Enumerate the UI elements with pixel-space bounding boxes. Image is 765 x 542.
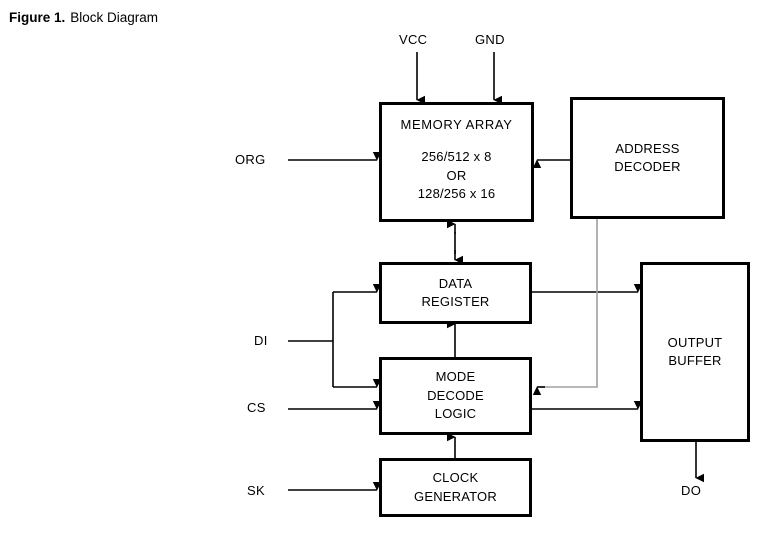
pin-label-sk: SK (247, 483, 265, 498)
memory-array-title: MEMORY ARRAY (400, 117, 513, 132)
mode-decode-line-1: MODE (435, 369, 476, 385)
mode-decode-line-2: DECODE (427, 387, 484, 403)
mode-decode-line-3: LOGIC (434, 406, 477, 422)
address-decoder-line-2: DECODER (614, 159, 681, 174)
data-register-line-2: REGISTER (421, 294, 490, 309)
address-decoder-line-1: ADDRESS (615, 140, 680, 156)
pin-label-org: ORG (235, 152, 266, 167)
pin-label-do: DO (681, 483, 702, 498)
block-address-decoder[interactable]: ADDRESS DECODER (570, 97, 725, 219)
pin-label-gnd: GND (475, 32, 505, 47)
block-clock-generator[interactable]: CLOCK GENERATOR (379, 458, 532, 517)
block-mode-decode-logic[interactable]: MODE DECODE LOGIC (379, 357, 532, 435)
pin-label-cs: CS (247, 400, 266, 415)
output-buffer-line-2: BUFFER (668, 353, 722, 368)
pin-label-vcc: VCC (399, 32, 428, 47)
memory-array-capacity-2: 128/256 x 16 (417, 186, 496, 202)
figure-page: Figure 1. Block Diagram MEMORY ARRAY 256… (0, 0, 765, 542)
block-memory-array[interactable]: MEMORY ARRAY 256/512 x 8 OR 128/256 x 16 (379, 102, 534, 222)
clock-generator-line-2: GENERATOR (414, 488, 497, 504)
memory-array-or: OR (446, 167, 467, 183)
data-register-line-1: DATA (438, 275, 473, 291)
pin-label-di: DI (254, 333, 268, 348)
block-data-register[interactable]: DATA REGISTER (379, 262, 532, 324)
clock-generator-line-1: CLOCK (432, 470, 479, 486)
output-buffer-line-1: OUTPUT (667, 334, 723, 350)
memory-array-capacity-1: 256/512 x 8 (421, 149, 492, 165)
block-diagram: MEMORY ARRAY 256/512 x 8 OR 128/256 x 16… (0, 0, 765, 542)
wire-addrdec-to-modedecode (540, 219, 598, 388)
block-output-buffer[interactable]: OUTPUT BUFFER (640, 262, 750, 442)
